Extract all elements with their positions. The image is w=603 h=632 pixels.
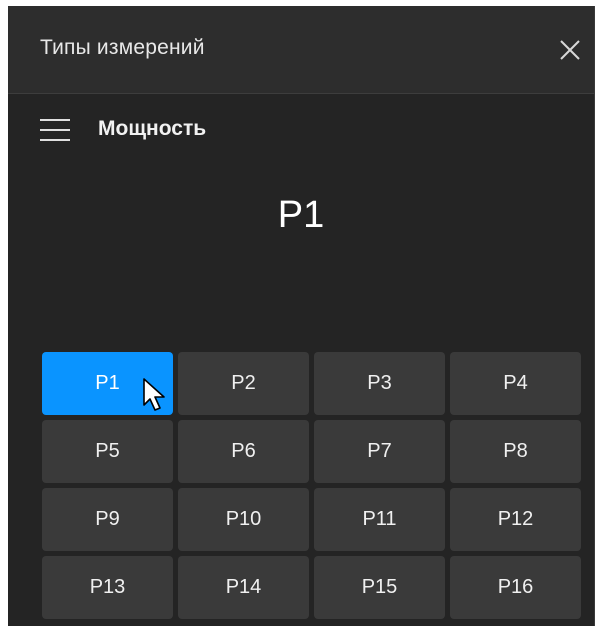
parameter-button-label: P12 [497, 508, 534, 530]
parameter-button-p12[interactable]: P12 [450, 488, 581, 551]
parameter-button-label: P16 [497, 576, 534, 598]
parameter-button-p1[interactable]: P1 [42, 352, 173, 415]
parameter-button-p2[interactable]: P2 [178, 352, 309, 415]
parameter-button-label: P9 [95, 508, 120, 530]
parameter-button-p13[interactable]: P13 [42, 556, 173, 619]
close-icon [560, 40, 580, 60]
parameter-button-p5[interactable]: P5 [42, 420, 173, 483]
parameter-button-grid: P1 P2 P3 P4 P5 P6 P7 P8 P9 P10 P11 P12 P13 P14 P15 P16 [42, 352, 583, 619]
parameter-button-p11[interactable]: P11 [314, 488, 445, 551]
selected-parameter-display: P1 [277, 194, 325, 236]
parameter-button-p16[interactable]: P16 [450, 556, 581, 619]
hamburger-menu-icon[interactable] [40, 119, 70, 141]
parameter-button-label: P7 [367, 440, 392, 462]
parameter-button-p9[interactable]: P9 [42, 488, 173, 551]
parameter-button-label: P5 [95, 440, 120, 462]
panel-title: Типы измерений [40, 36, 205, 59]
parameter-button-label: P8 [503, 440, 528, 462]
parameter-button-label: P13 [89, 576, 126, 598]
close-button[interactable] [556, 36, 584, 64]
parameter-button-p8[interactable]: P8 [450, 420, 581, 483]
mouse-pointer-icon [143, 378, 165, 411]
parameter-button-label: P1 [95, 372, 120, 394]
parameter-button-p6[interactable]: P6 [178, 420, 309, 483]
parameter-button-p3[interactable]: P3 [314, 352, 445, 415]
parameter-button-label: P4 [503, 372, 528, 394]
parameter-button-label: P2 [231, 372, 256, 394]
parameter-button-p10[interactable]: P10 [178, 488, 309, 551]
panel-header: Типы измерений [8, 6, 594, 94]
measurement-types-panel: Типы измерений Мощность P1 P1 P2 P3 P4 P5 P6 P… [8, 6, 595, 626]
parameter-button-p15[interactable]: P15 [314, 556, 445, 619]
parameter-button-label: P11 [362, 508, 397, 530]
section-header: Мощность [8, 95, 594, 167]
parameter-button-label: P15 [361, 576, 398, 598]
parameter-button-p7[interactable]: P7 [314, 420, 445, 483]
parameter-button-label: P14 [225, 576, 262, 598]
parameter-button-label: P3 [367, 372, 392, 394]
section-title: Мощность [98, 117, 207, 140]
parameter-button-label: P6 [231, 440, 256, 462]
parameter-button-label: P10 [225, 508, 262, 530]
parameter-button-p14[interactable]: P14 [178, 556, 309, 619]
parameter-button-p4[interactable]: P4 [450, 352, 581, 415]
